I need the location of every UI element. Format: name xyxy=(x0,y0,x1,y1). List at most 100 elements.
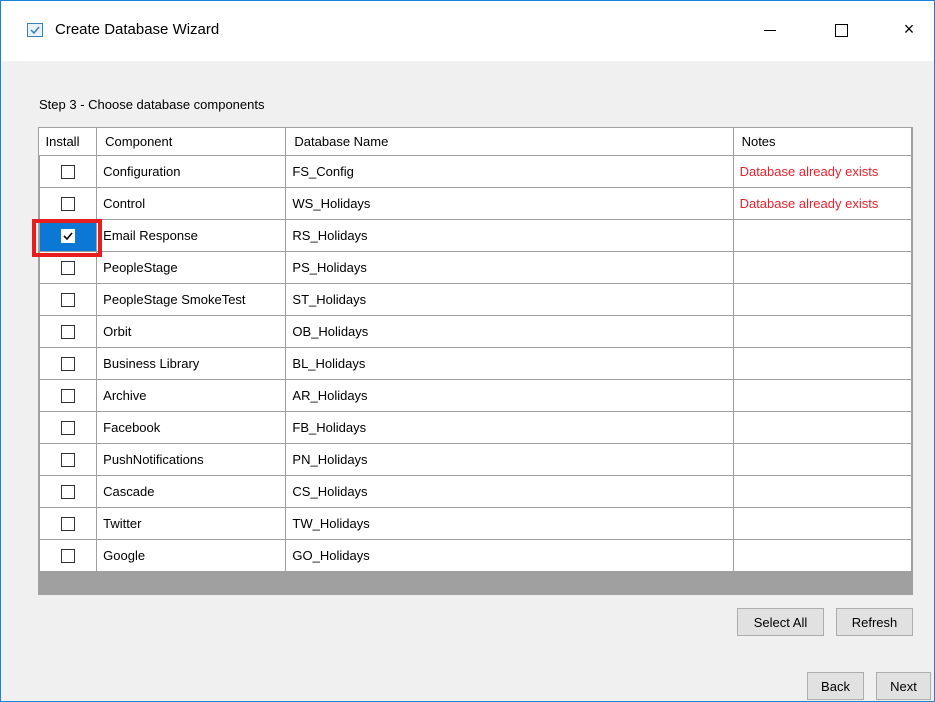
install-cell[interactable] xyxy=(39,251,98,284)
notes-cell[interactable] xyxy=(732,283,912,316)
install-checkbox[interactable] xyxy=(61,453,76,468)
database-name-cell[interactable]: GO_Holidays xyxy=(285,539,734,572)
notes-cell[interactable] xyxy=(732,539,912,572)
component-cell[interactable]: Business Library xyxy=(96,347,287,380)
database-name-cell[interactable]: RS_Holidays xyxy=(285,219,734,252)
table-row[interactable]: Facebook FB_Holidays xyxy=(39,411,912,444)
table-row[interactable]: PeopleStage PS_Holidays xyxy=(39,251,912,284)
notes-cell[interactable] xyxy=(732,443,912,476)
notes-cell[interactable] xyxy=(732,507,912,540)
notes-cell[interactable] xyxy=(732,219,912,252)
table-row[interactable]: Google GO_Holidays xyxy=(39,539,912,572)
app-icon xyxy=(27,23,43,37)
close-button[interactable]: × xyxy=(886,13,932,45)
install-checkbox[interactable] xyxy=(61,485,76,500)
component-cell[interactable]: Cascade xyxy=(96,475,287,508)
component-cell[interactable]: Control xyxy=(96,187,287,220)
install-cell[interactable] xyxy=(39,443,98,476)
select-all-button[interactable]: Select All xyxy=(737,608,824,636)
component-cell-text: Control xyxy=(103,196,146,211)
install-cell[interactable] xyxy=(39,315,98,348)
install-cell[interactable] xyxy=(39,507,98,540)
database-name-cell[interactable]: FB_Holidays xyxy=(285,411,734,444)
minimize-button[interactable] xyxy=(747,13,793,45)
notes-cell[interactable] xyxy=(732,315,912,348)
install-cell[interactable] xyxy=(39,347,98,380)
database-name-cell[interactable]: PN_Holidays xyxy=(285,443,734,476)
database-name-cell-text: FS_Config xyxy=(292,164,354,179)
column-header-database-name[interactable]: Database Name xyxy=(285,128,734,156)
component-cell[interactable]: PeopleStage SmokeTest xyxy=(96,283,287,316)
notes-cell[interactable] xyxy=(732,411,912,444)
notes-cell[interactable] xyxy=(732,379,912,412)
component-cell[interactable]: Google xyxy=(96,539,287,572)
database-name-cell-text: FB_Holidays xyxy=(292,420,367,435)
install-cell[interactable] xyxy=(39,155,98,188)
database-name-cell-text: GO_Holidays xyxy=(292,548,370,563)
install-checkbox[interactable] xyxy=(61,549,76,564)
database-name-cell-text: WS_Holidays xyxy=(292,196,371,211)
refresh-button[interactable]: Refresh xyxy=(836,608,913,636)
table-row[interactable]: Orbit OB_Holidays xyxy=(39,315,912,348)
component-cell[interactable]: Email Response xyxy=(96,219,287,252)
database-name-cell[interactable]: WS_Holidays xyxy=(285,187,734,220)
notes-cell[interactable] xyxy=(732,251,912,284)
install-cell[interactable] xyxy=(39,283,98,316)
components-grid: Install Component Database Name Notes Co… xyxy=(38,127,913,595)
install-cell[interactable] xyxy=(39,187,98,220)
install-cell[interactable] xyxy=(39,411,98,444)
table-row[interactable]: PeopleStage SmokeTest ST_Holidays xyxy=(39,283,912,316)
database-name-cell[interactable]: TW_Holidays xyxy=(285,507,734,540)
component-cell[interactable]: PeopleStage xyxy=(96,251,287,284)
database-name-cell[interactable]: PS_Holidays xyxy=(285,251,734,284)
table-row[interactable]: Twitter TW_Holidays xyxy=(39,507,912,540)
column-header-component[interactable]: Component xyxy=(96,128,287,156)
table-row[interactable]: PushNotifications PN_Holidays xyxy=(39,443,912,476)
install-checkbox[interactable] xyxy=(61,197,76,212)
component-cell-text: Cascade xyxy=(103,484,155,499)
component-cell[interactable]: Facebook xyxy=(96,411,287,444)
component-cell[interactable]: Twitter xyxy=(96,507,287,540)
component-cell[interactable]: PushNotifications xyxy=(96,443,287,476)
database-name-cell[interactable]: FS_Config xyxy=(285,155,734,188)
table-row[interactable]: Email Response RS_Holidays xyxy=(39,219,912,252)
back-button[interactable]: Back xyxy=(807,672,864,700)
install-checkbox[interactable] xyxy=(61,389,76,404)
checkmark-icon xyxy=(63,232,73,241)
title-bar[interactable]: Create Database Wizard × xyxy=(1,1,934,61)
column-header-install[interactable]: Install xyxy=(39,128,98,156)
table-row[interactable]: Cascade CS_Holidays xyxy=(39,475,912,508)
install-cell[interactable] xyxy=(39,539,98,572)
column-header-notes[interactable]: Notes xyxy=(733,128,912,156)
install-checkbox[interactable] xyxy=(61,325,76,340)
table-row[interactable]: Business Library BL_Holidays xyxy=(39,347,912,380)
database-name-cell[interactable]: BL_Holidays xyxy=(285,347,734,380)
notes-cell[interactable]: Database already exists xyxy=(732,187,912,220)
install-checkbox[interactable] xyxy=(61,357,76,372)
notes-cell[interactable] xyxy=(732,347,912,380)
component-cell[interactable]: Configuration xyxy=(96,155,287,188)
notes-cell[interactable]: Database already exists xyxy=(732,155,912,188)
component-cell[interactable]: Orbit xyxy=(96,315,287,348)
install-cell[interactable] xyxy=(39,379,98,412)
install-checkbox[interactable] xyxy=(61,229,76,244)
database-name-cell[interactable]: ST_Holidays xyxy=(285,283,734,316)
database-name-cell[interactable]: CS_Holidays xyxy=(285,475,734,508)
install-cell[interactable] xyxy=(39,219,98,252)
table-row[interactable]: Control WS_Holidays Database already exist… xyxy=(39,187,912,220)
install-checkbox[interactable] xyxy=(61,261,76,276)
install-cell[interactable] xyxy=(39,475,98,508)
table-row[interactable]: Archive AR_Holidays xyxy=(39,379,912,412)
component-cell[interactable]: Archive xyxy=(96,379,287,412)
install-checkbox[interactable] xyxy=(61,165,76,180)
database-name-cell[interactable]: OB_Holidays xyxy=(285,315,734,348)
install-checkbox[interactable] xyxy=(61,421,76,436)
database-name-cell[interactable]: AR_Holidays xyxy=(285,379,734,412)
install-checkbox[interactable] xyxy=(61,517,76,532)
table-row[interactable]: Configuration FS_Config Database already e… xyxy=(39,155,912,188)
maximize-button[interactable] xyxy=(818,13,864,45)
next-button[interactable]: Next xyxy=(876,672,931,700)
notes-cell[interactable] xyxy=(732,475,912,508)
component-cell-text: PeopleStage SmokeTest xyxy=(103,292,246,307)
install-checkbox[interactable] xyxy=(61,293,76,308)
